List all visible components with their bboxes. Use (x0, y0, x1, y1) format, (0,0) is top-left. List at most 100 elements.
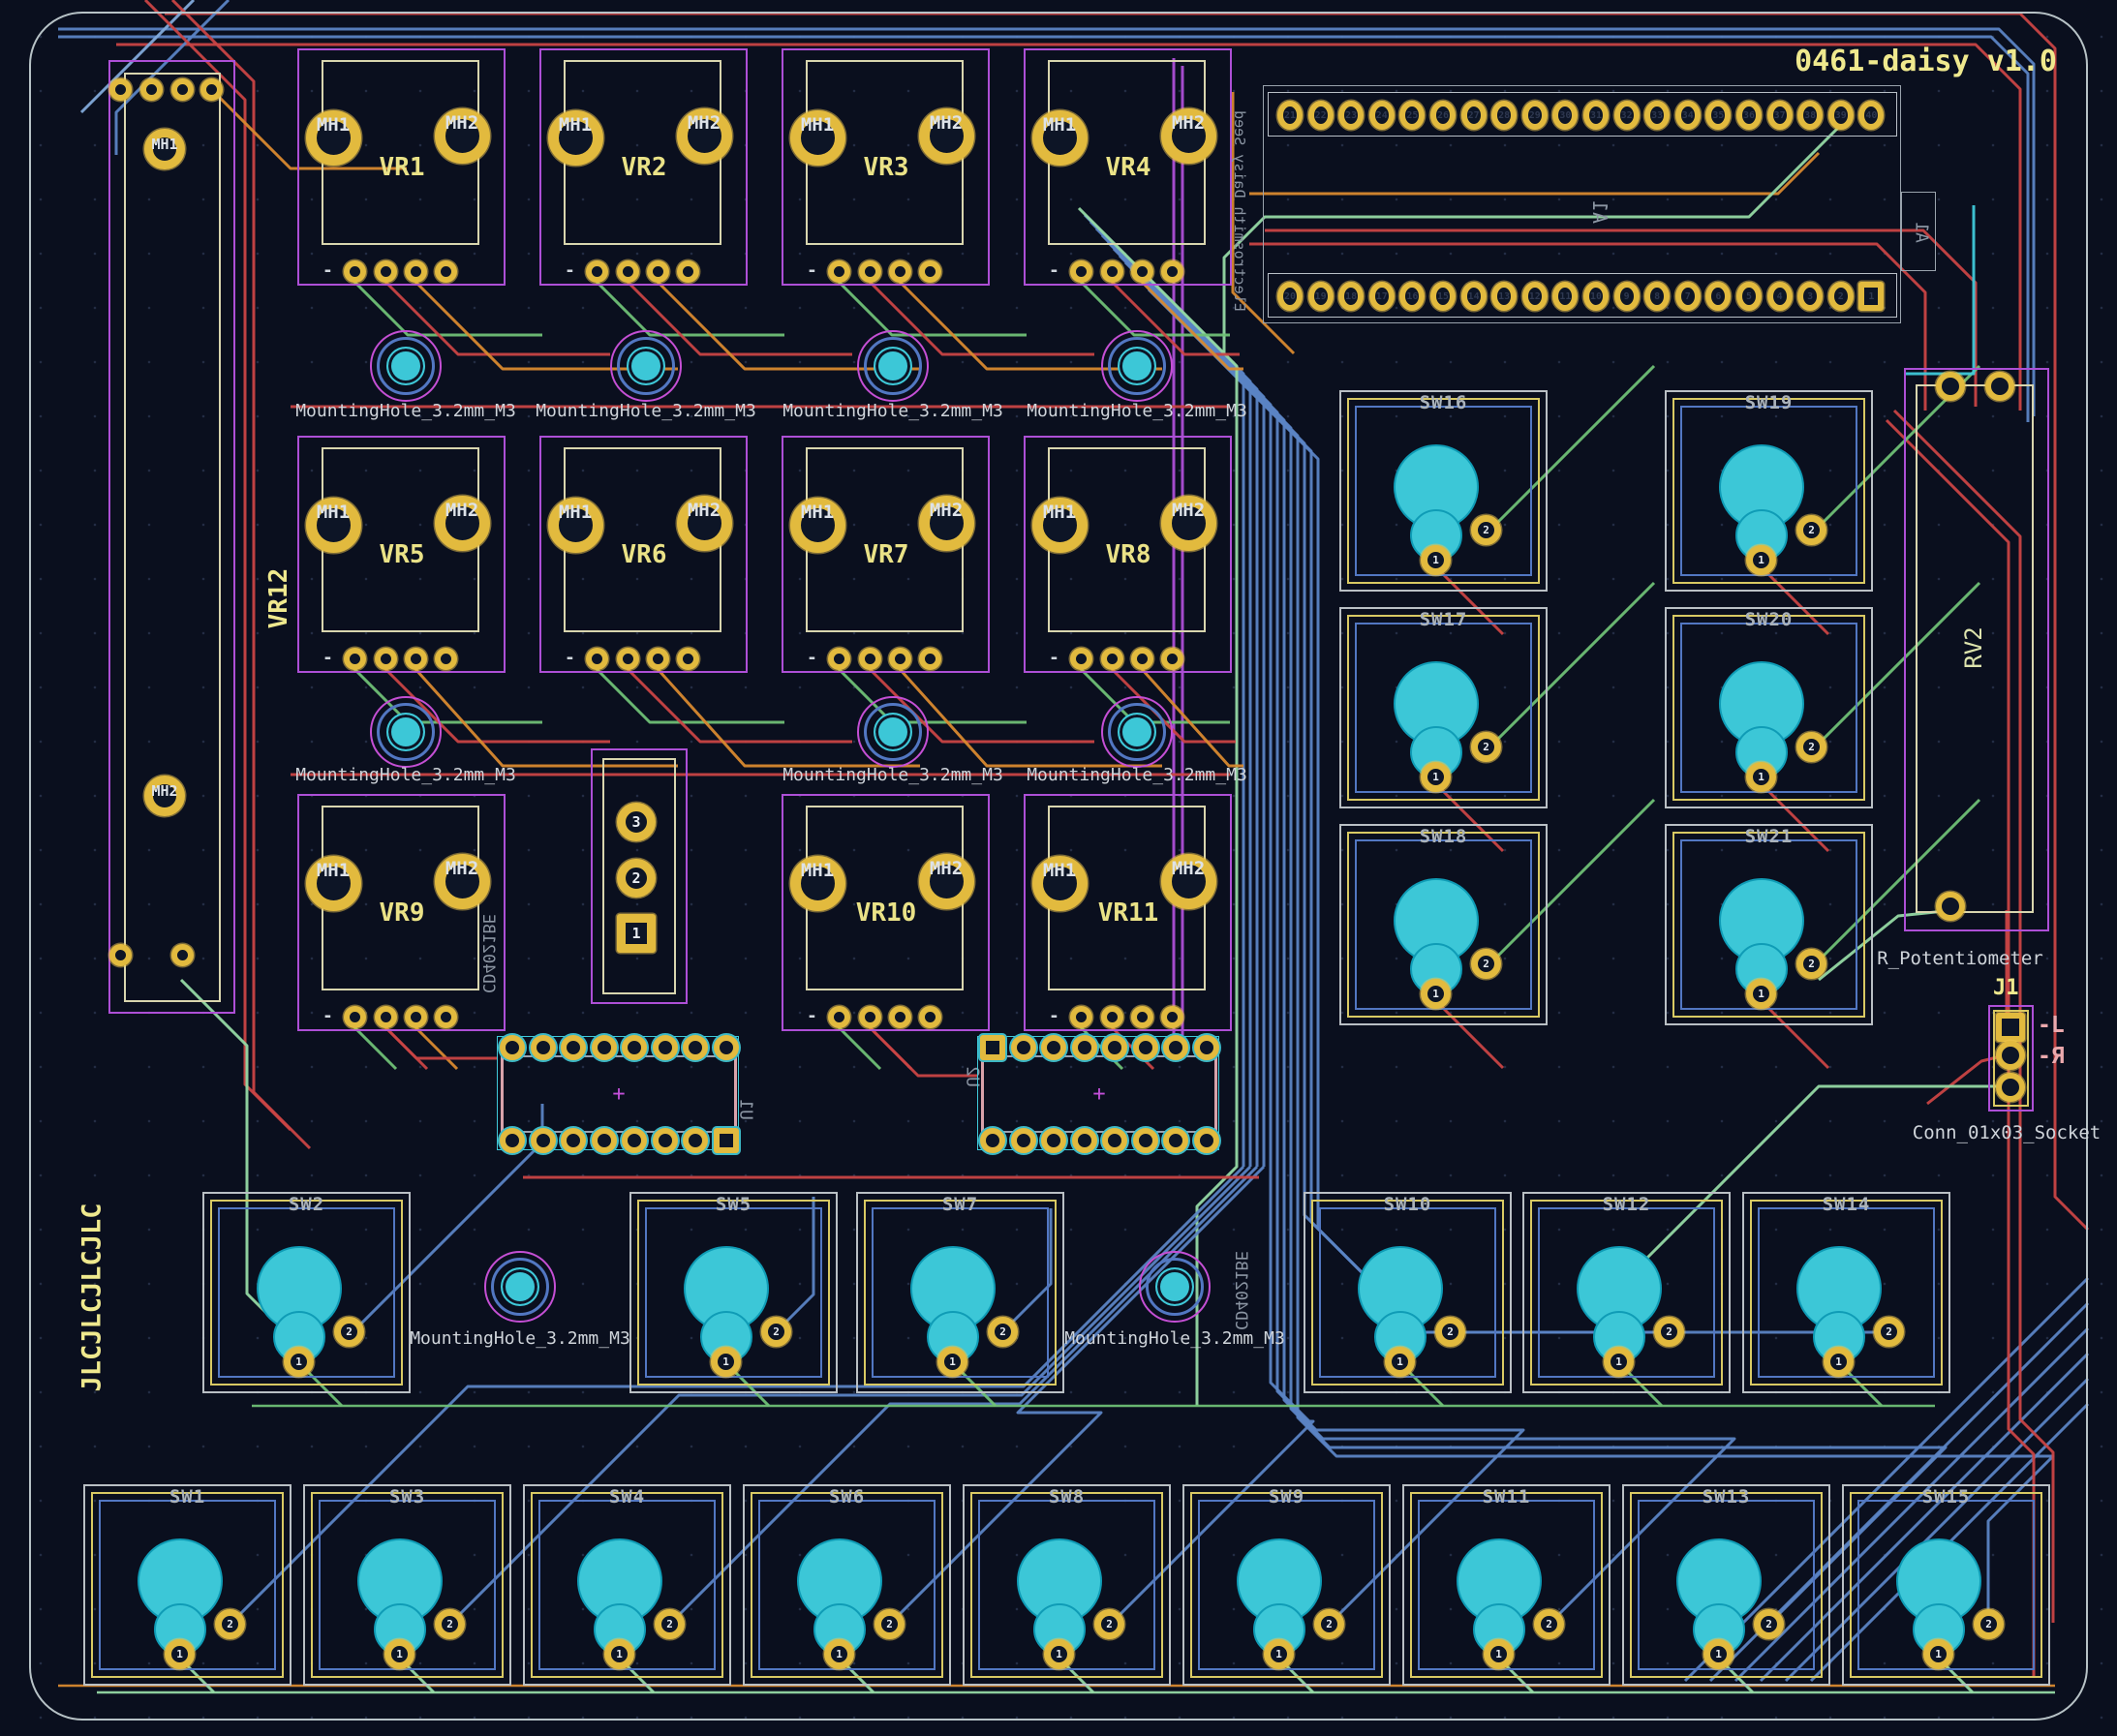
ic-pad[interactable] (500, 1035, 525, 1060)
pot-VR5[interactable]: MH1 MH2 VR5 - (297, 436, 506, 673)
switch-pad-1[interactable]: 1 (1484, 1639, 1514, 1669)
pot-pad-1[interactable] (344, 260, 366, 283)
mounting-hole[interactable]: MountingHole_3.2mm_M3 (482, 1249, 558, 1325)
switch-pad-1[interactable]: 1 (1746, 979, 1776, 1009)
switch-pad-2[interactable]: 2 (1435, 1317, 1465, 1347)
mounting-hole[interactable]: MountingHole_3.2mm_M3 (855, 694, 931, 770)
ic-pad[interactable] (1072, 1128, 1097, 1153)
pad[interactable] (171, 78, 194, 101)
daisy-pin-3[interactable]: 3 (1797, 282, 1823, 311)
switch-pad-2[interactable]: 2 (1471, 732, 1501, 762)
switch-SW8[interactable]: SW8 1 2 (963, 1484, 1171, 1686)
pot-pad-3[interactable] (405, 1006, 427, 1028)
switch-SW20[interactable]: SW20 1 2 (1665, 607, 1873, 808)
pot-pad-2[interactable] (617, 260, 639, 283)
conn3-pad-2[interactable]: 2 (617, 859, 656, 898)
switch-pad-1[interactable]: 1 (1746, 545, 1776, 575)
pot-pad-1[interactable] (1070, 260, 1092, 283)
daisy-pin-33[interactable]: 33 (1644, 101, 1670, 130)
daisy-pin-5[interactable]: 5 (1736, 282, 1762, 311)
switch-SW11[interactable]: SW11 1 2 (1402, 1484, 1611, 1686)
switch-pad-1[interactable]: 1 (1421, 762, 1451, 792)
pot-pad-4[interactable] (677, 648, 699, 670)
switch-SW21[interactable]: SW21 1 2 (1665, 824, 1873, 1025)
pot-pad-3[interactable] (889, 648, 911, 670)
j1-pad-2[interactable] (1996, 1041, 2025, 1070)
ic-pad[interactable] (561, 1128, 586, 1153)
rv2-pad-3[interactable] (1936, 892, 1965, 921)
switch-pad-2[interactable]: 2 (1974, 1609, 2004, 1639)
pad[interactable] (140, 78, 163, 101)
switch-pad-2[interactable]: 2 (874, 1609, 905, 1639)
switch-pad-2[interactable]: 2 (1796, 515, 1826, 545)
pad[interactable] (109, 944, 132, 966)
ic-pad[interactable] (592, 1035, 617, 1060)
ic-pad[interactable] (714, 1035, 739, 1060)
daisy-pin-27[interactable]: 27 (1461, 101, 1487, 130)
switch-SW1[interactable]: SW1 1 2 (83, 1484, 291, 1686)
ic-pad[interactable] (1072, 1035, 1097, 1060)
ic-socket-U1[interactable]: + (497, 1036, 739, 1150)
pot-pad-3[interactable] (647, 648, 669, 670)
pad[interactable] (171, 944, 194, 966)
pad[interactable] (109, 78, 132, 101)
rv2-pad-1[interactable] (1936, 372, 1965, 401)
conn3-pad-3[interactable]: 3 (617, 803, 656, 841)
pot-pad-3[interactable] (889, 1006, 911, 1028)
mounting-hole[interactable]: MountingHole_3.2mm_M3 (368, 694, 444, 770)
pot-pad-3[interactable] (647, 260, 669, 283)
switch-SW12[interactable]: SW12 1 2 (1522, 1192, 1731, 1393)
daisy-pin-10[interactable]: 10 (1583, 282, 1609, 311)
ic-pad[interactable] (1011, 1035, 1036, 1060)
switch-pad-2[interactable]: 2 (1471, 949, 1501, 979)
ic-pad[interactable] (561, 1035, 586, 1060)
switch-pad-1[interactable]: 1 (384, 1639, 414, 1669)
switch-pad-1[interactable]: 1 (1385, 1347, 1415, 1377)
connector-J1[interactable] (1988, 1005, 2034, 1112)
switch-SW9[interactable]: SW9 1 2 (1182, 1484, 1391, 1686)
switch-pad-1[interactable]: 1 (1746, 762, 1776, 792)
switch-pad-1[interactable]: 1 (937, 1347, 967, 1377)
ic-pad[interactable] (1133, 1035, 1158, 1060)
switch-pad-2[interactable]: 2 (988, 1317, 1018, 1347)
pot-pad-2[interactable] (859, 648, 881, 670)
pot-pad-2[interactable] (859, 1006, 881, 1028)
ic-pad[interactable] (1163, 1128, 1188, 1153)
pot-pad-3[interactable] (405, 648, 427, 670)
switch-pad-1[interactable]: 1 (1421, 545, 1451, 575)
pot-pad-4[interactable] (677, 260, 699, 283)
mounting-hole[interactable]: MountingHole_3.2mm_M3 (1137, 1249, 1212, 1325)
switch-SW15[interactable]: SW15 1 2 (1842, 1484, 2050, 1686)
pot-VR3[interactable]: MH1 MH2 VR3 - (782, 48, 990, 286)
pot-VR7[interactable]: MH1 MH2 VR7 - (782, 436, 990, 673)
pot-pad-3[interactable] (1131, 648, 1153, 670)
switch-pad-2[interactable]: 2 (1094, 1609, 1124, 1639)
ic-pad[interactable] (500, 1128, 525, 1153)
switch-SW6[interactable]: SW6 1 2 (743, 1484, 951, 1686)
pot-pad-1[interactable] (828, 260, 850, 283)
ic-pad[interactable] (1041, 1128, 1066, 1153)
daisy-pin-28[interactable]: 28 (1491, 101, 1517, 130)
switch-pad-1[interactable]: 1 (604, 1639, 634, 1669)
switch-pad-1[interactable]: 1 (1923, 1639, 1953, 1669)
switch-pad-2[interactable]: 2 (1534, 1609, 1564, 1639)
pot-pad-4[interactable] (1161, 648, 1183, 670)
pot-pad-3[interactable] (889, 260, 911, 283)
pot-pad-1[interactable] (586, 260, 608, 283)
pot-pad-2[interactable] (859, 260, 881, 283)
ic-pad[interactable] (622, 1128, 647, 1153)
pot-pad-4[interactable] (435, 260, 457, 283)
daisy-pin-4[interactable]: 4 (1767, 282, 1793, 311)
pot-pad-4[interactable] (1161, 260, 1183, 283)
pot-VR11[interactable]: MH1 MH2 VR11 - (1024, 794, 1232, 1031)
pot-VR2[interactable]: MH1 MH2 VR2 - (539, 48, 748, 286)
mounting-hole[interactable]: MountingHole_3.2mm_M3 (1099, 694, 1175, 770)
switch-SW5[interactable]: SW5 1 2 (629, 1192, 838, 1393)
switch-pad-2[interactable]: 2 (435, 1609, 465, 1639)
daisy-pin-13[interactable]: 13 (1491, 282, 1517, 311)
daisy-pin-31[interactable]: 31 (1583, 101, 1609, 130)
daisy-pin-7[interactable]: 7 (1675, 282, 1701, 311)
daisy-pin-39[interactable]: 39 (1828, 101, 1854, 130)
rv2-pad-2[interactable] (1985, 372, 2014, 401)
pad[interactable] (200, 78, 223, 101)
